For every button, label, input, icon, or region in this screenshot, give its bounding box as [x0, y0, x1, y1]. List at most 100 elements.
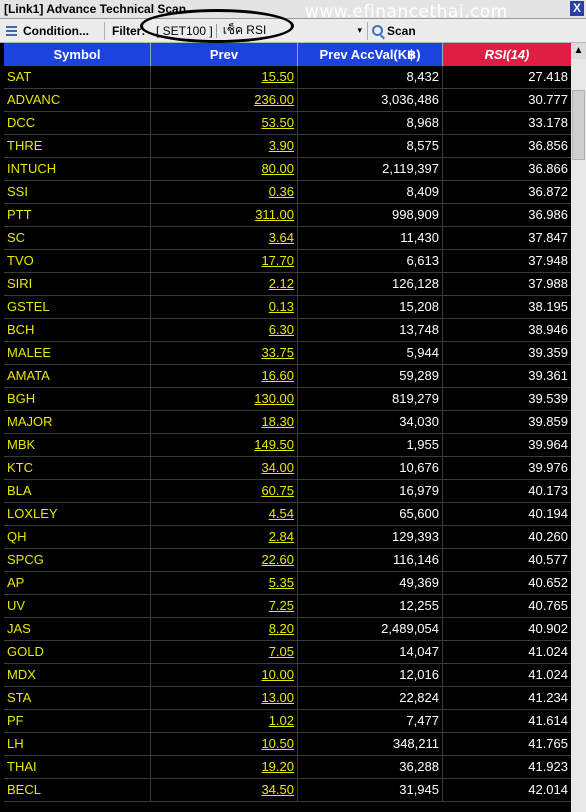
- cell-prev[interactable]: 17.70: [151, 250, 298, 272]
- cell-prev[interactable]: 3.90: [151, 135, 298, 157]
- header-symbol[interactable]: Symbol: [4, 43, 151, 66]
- table-row[interactable]: GSTEL 0.13 15,208 38.195: [4, 296, 571, 319]
- cell-prev[interactable]: 2.12: [151, 273, 298, 295]
- cell-prev[interactable]: 311.00: [151, 204, 298, 226]
- table-row[interactable]: GOLD 7.05 14,047 41.024: [4, 641, 571, 664]
- header-accval[interactable]: Prev AccVal(K฿): [298, 43, 443, 66]
- cell-symbol[interactable]: ADVANC: [4, 89, 151, 111]
- condition-button[interactable]: Condition...: [4, 21, 89, 40]
- cell-symbol[interactable]: TVO: [4, 250, 151, 272]
- prev-link[interactable]: 19.20: [261, 759, 294, 774]
- cell-prev[interactable]: 34.00: [151, 457, 298, 479]
- table-row[interactable]: SAT 15.50 8,432 27.418: [4, 66, 571, 89]
- prev-link[interactable]: 60.75: [261, 483, 294, 498]
- prev-link[interactable]: 149.50: [254, 437, 294, 452]
- cell-symbol[interactable]: MALEE: [4, 342, 151, 364]
- table-row[interactable]: LH 10.50 348,211 41.765: [4, 733, 571, 756]
- table-row[interactable]: ADVANC 236.00 3,036,486 30.777: [4, 89, 571, 112]
- prev-link[interactable]: 16.60: [261, 368, 294, 383]
- prev-link[interactable]: 10.50: [261, 736, 294, 751]
- cell-prev[interactable]: 2.84: [151, 526, 298, 548]
- cell-symbol[interactable]: LH: [4, 733, 151, 755]
- close-icon[interactable]: X: [570, 1, 584, 16]
- table-row[interactable]: AP 5.35 49,369 40.652: [4, 572, 571, 595]
- prev-link[interactable]: 236.00: [254, 92, 294, 107]
- prev-link[interactable]: 34.00: [261, 460, 294, 475]
- cell-symbol[interactable]: PF: [4, 710, 151, 732]
- prev-link[interactable]: 3.90: [269, 138, 294, 153]
- cell-prev[interactable]: 33.75: [151, 342, 298, 364]
- cell-prev[interactable]: 5.35: [151, 572, 298, 594]
- cell-prev[interactable]: 15.50: [151, 66, 298, 88]
- cell-prev[interactable]: 16.60: [151, 365, 298, 387]
- table-row[interactable]: THRE 3.90 8,575 36.856: [4, 135, 571, 158]
- prev-link[interactable]: 2.12: [269, 276, 294, 291]
- table-row[interactable]: PTT 311.00 998,909 36.986: [4, 204, 571, 227]
- table-row[interactable]: TVO 17.70 6,613 37.948: [4, 250, 571, 273]
- cell-symbol[interactable]: BCH: [4, 319, 151, 341]
- cell-symbol[interactable]: QH: [4, 526, 151, 548]
- cell-prev[interactable]: 7.05: [151, 641, 298, 663]
- table-row[interactable]: QH 2.84 129,393 40.260: [4, 526, 571, 549]
- table-row[interactable]: THAI 19.20 36,288 41.923: [4, 756, 571, 779]
- cell-prev[interactable]: 18.30: [151, 411, 298, 433]
- prev-link[interactable]: 5.35: [269, 575, 294, 590]
- prev-link[interactable]: 10.00: [261, 667, 294, 682]
- cell-symbol[interactable]: THRE: [4, 135, 151, 157]
- cell-symbol[interactable]: MAJOR: [4, 411, 151, 433]
- cell-symbol[interactable]: SC: [4, 227, 151, 249]
- table-row[interactable]: BCH 6.30 13,748 38.946: [4, 319, 571, 342]
- cell-symbol[interactable]: BECL: [4, 779, 151, 801]
- table-row[interactable]: BGH 130.00 819,279 39.539: [4, 388, 571, 411]
- table-row[interactable]: MDX 10.00 12,016 41.024: [4, 664, 571, 687]
- cell-prev[interactable]: 130.00: [151, 388, 298, 410]
- cell-symbol[interactable]: JAS: [4, 618, 151, 640]
- table-row[interactable]: MBK 149.50 1,955 39.964: [4, 434, 571, 457]
- cell-prev[interactable]: 236.00: [151, 89, 298, 111]
- prev-link[interactable]: 17.70: [261, 253, 294, 268]
- prev-link[interactable]: 15.50: [261, 69, 294, 84]
- table-row[interactable]: JAS 8.20 2,489,054 40.902: [4, 618, 571, 641]
- table-row[interactable]: LOXLEY 4.54 65,600 40.194: [4, 503, 571, 526]
- prev-link[interactable]: 18.30: [261, 414, 294, 429]
- cell-symbol[interactable]: AP: [4, 572, 151, 594]
- cell-prev[interactable]: 3.64: [151, 227, 298, 249]
- cell-symbol[interactable]: SPCG: [4, 549, 151, 571]
- prev-link[interactable]: 22.60: [261, 552, 294, 567]
- cell-prev[interactable]: 10.00: [151, 664, 298, 686]
- prev-link[interactable]: 34.50: [261, 782, 294, 797]
- table-row[interactable]: INTUCH 80.00 2,119,397 36.866: [4, 158, 571, 181]
- cell-prev[interactable]: 80.00: [151, 158, 298, 180]
- prev-link[interactable]: 13.00: [261, 690, 294, 705]
- cell-prev[interactable]: 0.13: [151, 296, 298, 318]
- table-row[interactable]: PF 1.02 7,477 41.614: [4, 710, 571, 733]
- prev-link[interactable]: 0.13: [269, 299, 294, 314]
- cell-prev[interactable]: 0.36: [151, 181, 298, 203]
- prev-link[interactable]: 4.54: [269, 506, 294, 521]
- cell-symbol[interactable]: PTT: [4, 204, 151, 226]
- cell-symbol[interactable]: AMATA: [4, 365, 151, 387]
- scrollbar[interactable]: ▲: [571, 43, 586, 812]
- scroll-thumb[interactable]: [572, 90, 585, 160]
- cell-prev[interactable]: 4.54: [151, 503, 298, 525]
- prev-link[interactable]: 311.00: [255, 207, 294, 222]
- cell-symbol[interactable]: SAT: [4, 66, 151, 88]
- cell-prev[interactable]: 60.75: [151, 480, 298, 502]
- cell-symbol[interactable]: BLA: [4, 480, 151, 502]
- cell-prev[interactable]: 1.02: [151, 710, 298, 732]
- cell-symbol[interactable]: SSI: [4, 181, 151, 203]
- table-row[interactable]: DCC 53.50 8,968 33.178: [4, 112, 571, 135]
- table-row[interactable]: SIRI 2.12 126,128 37.988: [4, 273, 571, 296]
- table-row[interactable]: AMATA 16.60 59,289 39.361: [4, 365, 571, 388]
- cell-symbol[interactable]: INTUCH: [4, 158, 151, 180]
- cell-symbol[interactable]: GOLD: [4, 641, 151, 663]
- cell-prev[interactable]: 22.60: [151, 549, 298, 571]
- cell-prev[interactable]: 13.00: [151, 687, 298, 709]
- table-row[interactable]: MALEE 33.75 5,944 39.359: [4, 342, 571, 365]
- cell-prev[interactable]: 7.25: [151, 595, 298, 617]
- cell-prev[interactable]: 8.20: [151, 618, 298, 640]
- prev-link[interactable]: 2.84: [269, 529, 294, 544]
- cell-symbol[interactable]: GSTEL: [4, 296, 151, 318]
- prev-link[interactable]: 3.64: [269, 230, 294, 245]
- table-row[interactable]: BLA 60.75 16,979 40.173: [4, 480, 571, 503]
